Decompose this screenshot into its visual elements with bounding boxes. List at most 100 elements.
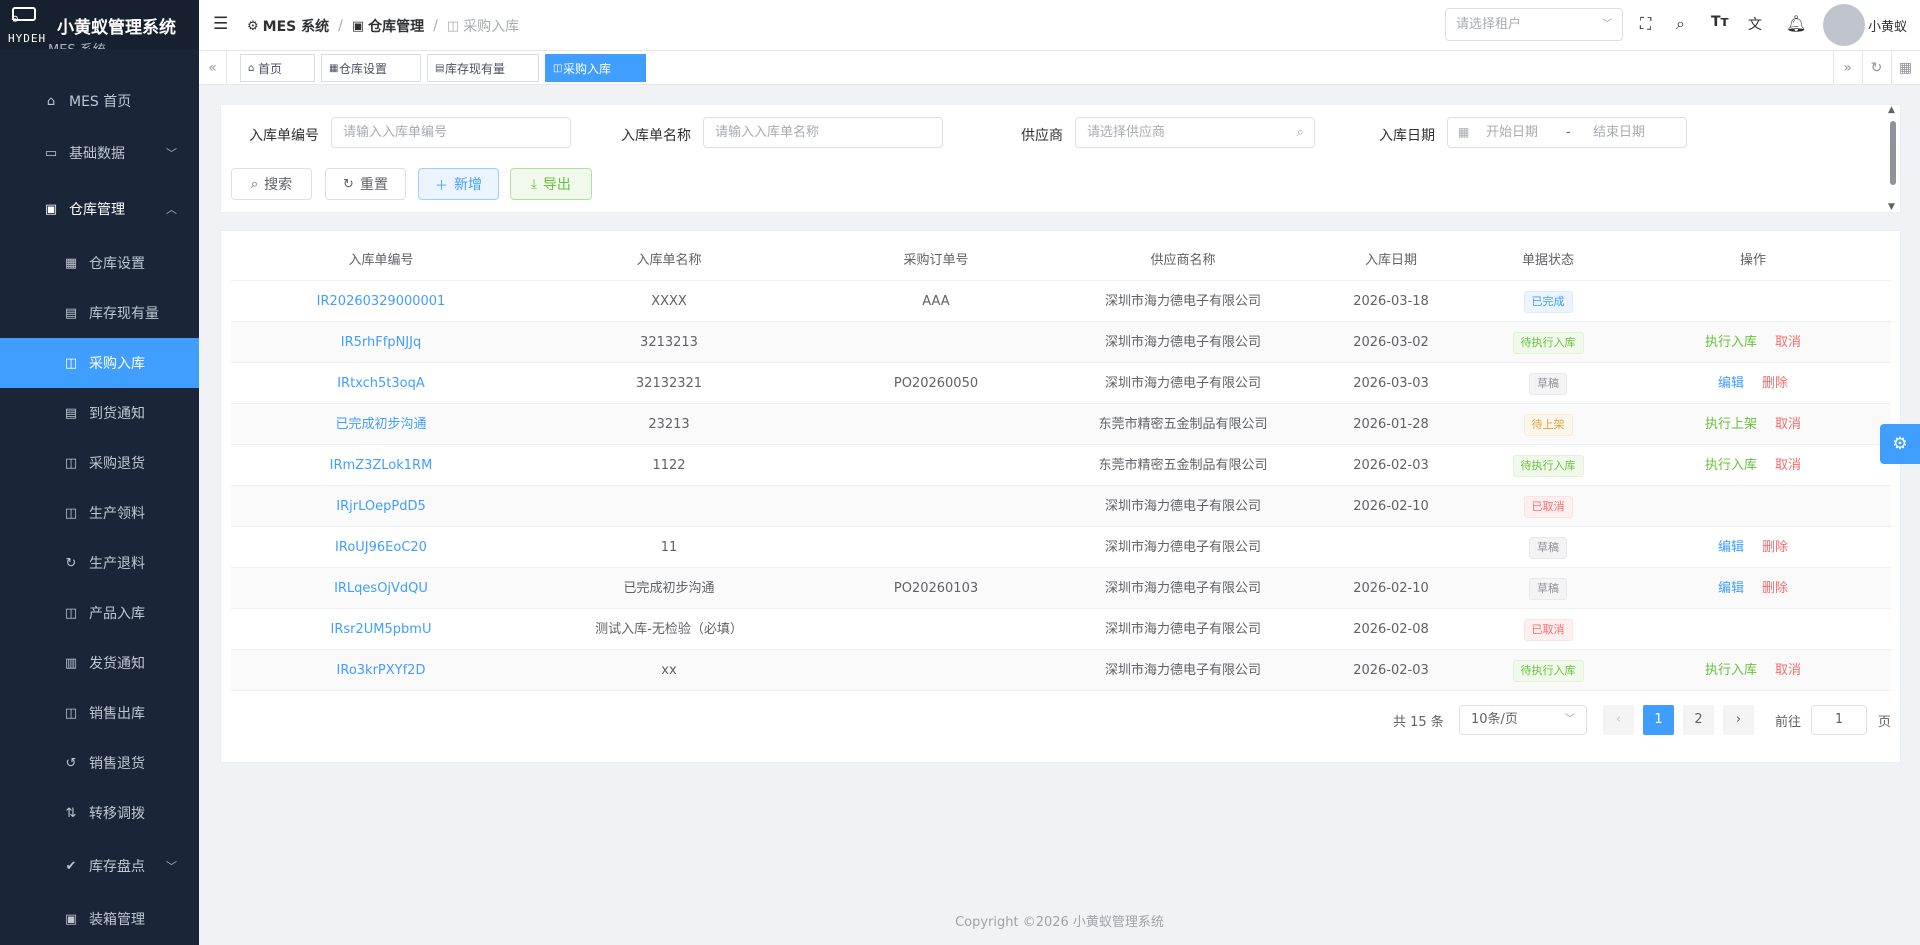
sidebar-item-production-return[interactable]: ↻ 生产退料 xyxy=(0,538,199,588)
export-button[interactable]: ⤓ 导出 xyxy=(510,168,592,200)
row-action-button[interactable]: 删除 xyxy=(1762,527,1788,568)
row-action-button[interactable]: 取消 xyxy=(1775,322,1801,363)
cell-code[interactable]: IR20260329000001 xyxy=(231,281,531,322)
sidebar-item-shipping-notice[interactable]: ▥ 发货通知 xyxy=(0,638,199,688)
monitor-icon: ▭ xyxy=(44,145,58,161)
cell-code[interactable]: IRmZ3ZLok1RM xyxy=(231,445,531,486)
sidebar-item-mes-home[interactable]: ⌂ MES 首页 xyxy=(0,76,199,126)
search-button[interactable]: ⌕ 搜索 xyxy=(231,168,312,200)
row-action-button[interactable]: 执行入库 xyxy=(1705,445,1757,486)
row-action-button[interactable]: 删除 xyxy=(1762,363,1788,404)
grid-menu-icon[interactable]: ▦ xyxy=(1891,51,1919,85)
cell-code[interactable]: IRjrLOepPdD5 xyxy=(231,486,531,527)
column-header[interactable]: 单据状态 xyxy=(1481,241,1615,281)
column-header[interactable]: 供应商名称 xyxy=(1065,241,1301,281)
sidebar-item-arrival-notice[interactable]: ▤ 到货通知 xyxy=(0,388,199,438)
search-scrollbar[interactable]: ▲ ▼ xyxy=(1888,105,1898,212)
column-header[interactable]: 采购订单号 xyxy=(807,241,1065,281)
warehouse-icon: ▣ xyxy=(44,201,58,217)
scroll-down-icon[interactable]: ▼ xyxy=(1888,202,1895,212)
sidebar-item-packing[interactable]: ▣ 装箱管理 xyxy=(0,894,199,944)
row-action-button[interactable]: 编辑 xyxy=(1718,527,1744,568)
username[interactable]: 小黄蚁 xyxy=(1868,16,1907,35)
scroll-up-icon[interactable]: ▲ xyxy=(1888,105,1895,115)
refresh-icon[interactable]: ↻ xyxy=(1862,51,1890,85)
name-input[interactable]: 请输入入库单名称 xyxy=(703,117,943,148)
row-action-button[interactable]: 编辑 xyxy=(1718,568,1744,609)
sidebar-item-basic-data[interactable]: ▭ 基础数据 ﹀ xyxy=(0,126,199,180)
bell-icon[interactable]: 🔔︎ xyxy=(1786,14,1806,33)
cell-code[interactable]: IR5rhFfpNJJq xyxy=(231,322,531,363)
column-header[interactable]: 入库单编号 xyxy=(231,241,531,281)
tabs-scroll-left-icon[interactable]: « xyxy=(199,51,227,85)
sidebar-item-transfer[interactable]: ⇅ 转移调拨 xyxy=(0,788,199,838)
cell-code[interactable]: IRoUJ96EoC20 xyxy=(231,527,531,568)
check-circle-icon: ✔ xyxy=(65,858,77,874)
sidebar-item-stock-onhand[interactable]: ▤ 库存现有量 xyxy=(0,288,199,338)
row-action-button[interactable]: 删除 xyxy=(1762,568,1788,609)
row-action-button[interactable]: 取消 xyxy=(1775,650,1801,691)
tab-home[interactable]: ⌂ 首页 xyxy=(240,54,315,82)
cell-code[interactable]: IRsr2UM5pbmU xyxy=(231,609,531,650)
sidebar-item-purchase-return[interactable]: ◫ 采购退货 xyxy=(0,438,199,488)
code-input[interactable]: 请输入入库单编号 xyxy=(331,117,571,148)
cell-code[interactable]: IRtxch5t3oqA xyxy=(231,363,531,404)
sidebar-item-production-issue[interactable]: ◫ 生产领料 xyxy=(0,488,199,538)
breadcrumb-item[interactable]: ⚙ MES 系统 xyxy=(247,16,329,36)
page-number[interactable]: 1 xyxy=(1643,705,1674,735)
column-header[interactable]: 入库单名称 xyxy=(531,241,807,281)
row-action-button[interactable]: 编辑 xyxy=(1718,363,1744,404)
row-action-button[interactable]: 取消 xyxy=(1775,445,1801,486)
avatar[interactable] xyxy=(1823,4,1865,46)
scrollbar-thumb[interactable] xyxy=(1890,121,1896,185)
settings-gear-icon[interactable]: ⚙ xyxy=(1880,424,1920,464)
hamburger-icon[interactable]: ☰ xyxy=(213,14,228,34)
sidebar-item-sales-return[interactable]: ↺ 销售退货 xyxy=(0,738,199,788)
next-page-button[interactable]: › xyxy=(1723,705,1754,735)
tab-purchase-inbound[interactable]: ◫ 采购入库 xyxy=(545,54,646,82)
sidebar-item-stocktaking[interactable]: ✔ 库存盘点 ﹀ xyxy=(0,838,199,894)
add-button[interactable]: ＋ 新增 xyxy=(418,168,499,200)
translate-icon[interactable]: 文 xyxy=(1748,14,1762,34)
field-label-name: 入库单名称 xyxy=(621,128,691,144)
row-action-button[interactable]: 执行入库 xyxy=(1705,650,1757,691)
cell-status: 草稿 xyxy=(1481,527,1615,568)
cell-name: 23213 xyxy=(648,417,690,432)
column-header[interactable]: 入库日期 xyxy=(1301,241,1481,281)
date-range-picker[interactable]: ▦ 开始日期 - 结束日期 xyxy=(1447,117,1687,148)
tenant-select[interactable]: 请选择租户 ﹀ xyxy=(1445,8,1623,41)
prev-page-button[interactable]: ‹ xyxy=(1603,705,1634,735)
breadcrumb-item[interactable]: ▣ 仓库管理 xyxy=(352,16,424,36)
sidebar-item-label: 采购入库 xyxy=(89,356,145,372)
cell-code[interactable]: IRLqesOjVdQU xyxy=(231,568,531,609)
row-action-button[interactable]: 执行上架 xyxy=(1705,404,1757,445)
sidebar-item-label: 转移调拨 xyxy=(89,806,145,822)
supplier-select[interactable]: 请选择供应商 ⌕ xyxy=(1075,117,1315,148)
tab-warehouse-settings[interactable]: ▦ 仓库设置 xyxy=(321,54,421,82)
cell-status: 待执行入库 xyxy=(1481,650,1615,691)
fullscreen-icon[interactable]: ⛶ xyxy=(1640,14,1651,34)
page-number[interactable]: 2 xyxy=(1683,705,1714,735)
page-size-select[interactable]: 10条/页 ﹀ xyxy=(1459,705,1587,735)
cell-code[interactable]: 已完成初步沟通 xyxy=(231,404,531,445)
cell-supplier: 深圳市海力德电子有限公司 xyxy=(1104,499,1261,514)
sidebar-item-label: 销售退货 xyxy=(89,756,145,772)
font-size-icon[interactable]: Tт xyxy=(1711,14,1729,30)
sidebar-item-warehouse-settings[interactable]: ▦ 仓库设置 xyxy=(0,238,199,288)
search-icon[interactable]: ⌕ xyxy=(1676,14,1685,34)
sidebar-item-warehouse[interactable]: ▣ 仓库管理 ︿ xyxy=(0,180,199,238)
reset-button[interactable]: ↻ 重置 xyxy=(325,168,406,200)
row-action-button[interactable]: 取消 xyxy=(1775,404,1801,445)
row-action-button[interactable]: 执行入库 xyxy=(1705,322,1757,363)
tab-stock-onhand[interactable]: ▤ 库存现有量 xyxy=(427,54,539,82)
sidebar-item-product-inbound[interactable]: ◫ 产品入库 xyxy=(0,588,199,638)
sidebar-item-sales-outbound[interactable]: ◫ 销售出库 xyxy=(0,688,199,738)
goto-page-input[interactable]: 1 xyxy=(1811,705,1867,735)
cell-code[interactable]: IRo3krPXYf2D xyxy=(231,650,531,691)
sidebar-item-purchase-inbound[interactable]: ◫ 采购入库 xyxy=(0,338,199,388)
table-row: IRjrLOepPdD5 深圳市海力德电子有限公司 2026-02-10 已取消 xyxy=(231,486,1891,527)
cell-status: 草稿 xyxy=(1481,363,1615,404)
column-header: 操作 xyxy=(1739,253,1766,268)
tabs-scroll-right-icon[interactable]: » xyxy=(1833,51,1861,85)
date-end-placeholder: 结束日期 xyxy=(1593,125,1646,140)
